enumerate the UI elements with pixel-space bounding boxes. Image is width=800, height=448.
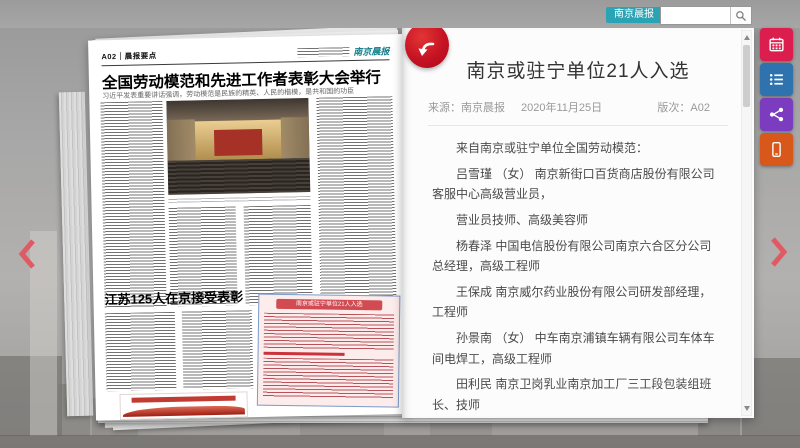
article-panel: 南京或驻宁单位21人入选 来源：南京晨报 2020年11月25日 版次：A02 … [402,28,754,418]
article-scrollbar[interactable] [741,30,752,416]
photo-wall [280,116,310,159]
prev-page-arrow[interactable] [18,238,38,270]
ad-red-graphic [122,405,245,417]
article-paragraph: 来自南京或驻宁单位全国劳动模范： [456,141,649,155]
search-box[interactable] [660,6,752,25]
page-number-label: A02｜晨报要点 [101,50,157,61]
chevron-right-icon [771,237,788,267]
body-text-column [316,96,397,304]
article-date: 2020年11月25日 [521,102,603,114]
highlight-text-lines [262,357,394,400]
list-icon [769,73,783,86]
back-badge-button[interactable] [405,22,449,68]
mobile-phone-icon [772,142,781,157]
share-icon [769,107,784,122]
article-paragraph: 孙景南 （女） 中车南京浦镇车辆有限公司车体车间电焊工，高级工程师 [432,331,715,366]
article-meta: 来源：南京晨报 2020年11月25日 版次：A02 [428,99,728,126]
photo-red-backdrop [213,129,263,157]
article-paragraph: 杨春泽 中国电信股份有限公司南京六合区分公司总经理，高级工程师 [432,238,712,274]
article-paragraph: 田利民 南京卫岗乳业南京加工厂三工段包装组班长、技师 [432,377,712,412]
scrollbar-thumb[interactable] [743,45,750,107]
scroll-down-arrow[interactable] [743,406,750,411]
article-paragraph: 王保成 南京威尔药业股份有限公司研发部经理，工程师 [432,284,712,320]
search-icon [736,10,746,21]
highlight-section-rule [263,351,345,356]
scroll-up-arrow[interactable] [743,35,750,40]
chevron-left-icon [18,239,35,269]
calendar-button[interactable] [760,28,793,61]
epaper-reader: 南京晨报 A02｜晨报要点 南京晨报 全国劳动模范和先进工作者表彰大会举行 习近… [0,0,800,448]
newspaper-page[interactable]: A02｜晨报要点 南京晨报 全国劳动模范和先进工作者表彰大会举行 习近平发表重要… [88,34,410,421]
search-input[interactable] [661,7,730,24]
article-edition: 版次：A02 [657,102,710,114]
photo-audience [167,158,311,195]
article-body: 来自南京或驻宁单位全国劳动模范： 吕雪瑾 （女） 南京新街口百货商店股份有限公司… [432,138,718,418]
masthead-logo: 南京晨报 [353,45,390,57]
calendar-icon [769,37,784,52]
highlighted-article-box[interactable]: 南京或驻宁单位21人入选 [256,293,401,408]
article-paragraph: 营业员技师、高级美容师 [456,212,589,227]
side-toolbar [760,28,793,168]
ad-headline-bar [131,395,236,403]
highlight-text-lines [263,312,395,351]
highlight-box-title: 南京或驻宁单位21人入选 [276,298,383,311]
masthead-info-lines [297,46,350,57]
body-text-column [181,310,254,390]
search-button[interactable] [730,7,751,24]
body-text-column [100,101,167,309]
body-text-column [243,204,313,306]
article-title: 南京或驻宁单位21人入选 [466,61,690,82]
brand-button[interactable]: 南京晨报 [606,7,662,23]
article-paragraph: 吕雪瑾 （女） 南京新街口百货商店股份有限公司客服中心高级营业员， [432,166,715,202]
section-headline: 江苏125人在京接受表彰 [104,289,244,308]
share-button[interactable] [760,98,793,131]
body-text-column [104,311,177,392]
undo-arrow-icon [418,42,435,56]
article-source: 来源：南京晨报 [428,102,505,114]
mobile-button[interactable] [760,133,793,166]
next-page-arrow[interactable] [768,236,788,268]
assembly-hall-photo [166,97,311,195]
advertisement-banner [119,391,248,420]
ground-strip [0,435,800,448]
top-bar: 南京晨报 [0,0,800,28]
photo-caption [168,195,311,203]
page-list-button[interactable] [760,63,793,96]
photo-wall [166,119,196,162]
